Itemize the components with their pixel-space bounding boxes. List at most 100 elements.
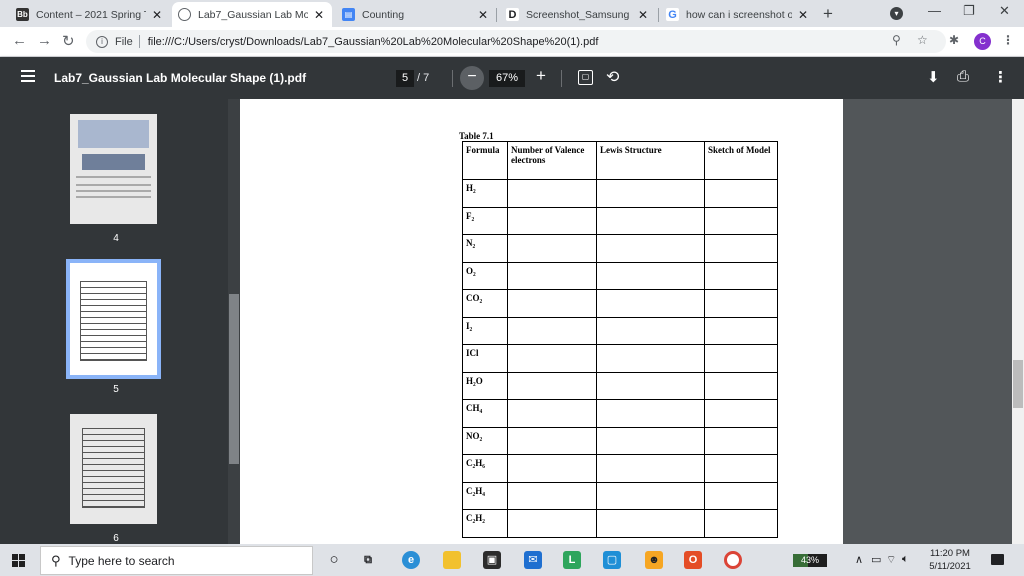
valence-cell bbox=[507, 426, 597, 455]
close-icon[interactable]: ✕ bbox=[636, 8, 650, 22]
taskbar-search[interactable]: ⚲ Type here to search bbox=[40, 546, 313, 575]
clock-date: 5/11/2021 bbox=[929, 561, 971, 572]
forward-icon[interactable]: → bbox=[37, 32, 52, 49]
close-icon[interactable]: ✕ bbox=[796, 8, 810, 22]
valence-cell bbox=[507, 371, 597, 400]
table-row: F₂ bbox=[462, 206, 778, 235]
thumbnail-page-6[interactable] bbox=[70, 414, 157, 524]
reload-icon[interactable]: ↻ bbox=[62, 32, 75, 50]
thumbnail-number: 6 bbox=[113, 533, 119, 544]
table-header-row: Formula Number of Valence electrons Lewi… bbox=[462, 141, 778, 180]
tab-counting[interactable]: ▤ Counting ✕ bbox=[336, 2, 496, 27]
rotate-icon[interactable]: ⟲ bbox=[606, 67, 619, 87]
thumbnail-sidebar: 4 5 6 bbox=[0, 99, 240, 544]
thumbnail-page-4[interactable] bbox=[70, 114, 157, 224]
lewis-cell bbox=[596, 234, 705, 263]
page-number-input[interactable]: 5 bbox=[396, 70, 414, 87]
store-icon[interactable]: ▣ bbox=[483, 551, 501, 569]
windows-start-icon[interactable] bbox=[12, 554, 25, 567]
taskbar-clock[interactable]: 11:20 PM 5/11/2021 bbox=[920, 547, 980, 573]
formula-cell: NO₂ bbox=[462, 426, 508, 455]
thumbnail-page-5[interactable] bbox=[70, 263, 157, 375]
formula-cell: N₂ bbox=[462, 234, 508, 263]
valence-cell bbox=[507, 289, 597, 318]
sketch-cell bbox=[704, 179, 778, 208]
battery-text: 43% bbox=[800, 555, 819, 565]
l-app-icon[interactable]: L bbox=[563, 551, 581, 569]
zoom-in-button[interactable]: + bbox=[536, 66, 546, 86]
pdf-viewer: Table 7.1 Formula Number of Valence elec… bbox=[240, 99, 1012, 544]
address-bar[interactable]: i File file:///C:/Users/cryst/Downloads/… bbox=[86, 30, 946, 53]
sidebar-scrollbar-thumb[interactable] bbox=[229, 294, 239, 464]
lewis-cell bbox=[596, 206, 705, 235]
valence-cell bbox=[507, 316, 597, 345]
game-app-icon[interactable]: ☻ bbox=[645, 551, 663, 569]
zoom-magnifier-icon[interactable]: ⚲ bbox=[892, 33, 901, 47]
office-icon[interactable]: O bbox=[684, 551, 702, 569]
sketch-cell bbox=[704, 261, 778, 290]
browser-toolbar: ← → ↻ i File file:///C:/Users/cryst/Down… bbox=[0, 27, 1024, 57]
print-icon[interactable]: ⎙ bbox=[957, 68, 969, 85]
tab-title: Content – 2021 Spring Ter bbox=[36, 8, 146, 21]
sketch-cell bbox=[704, 481, 778, 510]
search-icon: ⚲ bbox=[51, 552, 61, 568]
docs-icon: ▤ bbox=[342, 8, 355, 21]
tab-screenshot[interactable]: D Screenshot_Samsung Int ✕ bbox=[500, 2, 656, 27]
zoom-out-button[interactable]: − bbox=[460, 66, 484, 90]
volume-icon[interactable]: 🔈︎ bbox=[902, 553, 909, 566]
close-icon[interactable]: ✕ bbox=[476, 8, 490, 22]
formula-cell: H₂ bbox=[462, 179, 508, 208]
window-close-icon[interactable]: ✕ bbox=[999, 3, 1010, 19]
cortana-icon[interactable]: ○ bbox=[325, 551, 343, 569]
tab-google-search[interactable]: G how can i screenshot on ✕ bbox=[660, 2, 816, 27]
task-view-icon[interactable]: ⧉ bbox=[359, 551, 377, 569]
wifi-icon[interactable]: ⌔ bbox=[886, 553, 896, 567]
blue-app-icon[interactable]: ▢ bbox=[603, 551, 621, 569]
back-icon[interactable]: ← bbox=[12, 32, 27, 49]
formula-cell: ICl bbox=[462, 344, 508, 373]
formula-cell: CH₄ bbox=[462, 399, 508, 428]
restore-icon[interactable]: ❐ bbox=[963, 3, 975, 19]
table-row: H₂ bbox=[462, 179, 778, 208]
close-icon[interactable]: ✕ bbox=[150, 8, 164, 22]
close-icon[interactable]: ✕ bbox=[312, 8, 326, 22]
file-explorer-icon[interactable] bbox=[443, 551, 461, 569]
divider bbox=[561, 70, 562, 87]
tray-chevron-icon[interactable]: ∧ bbox=[855, 553, 863, 566]
new-tab-button[interactable]: + bbox=[823, 4, 833, 24]
sketch-cell bbox=[704, 509, 778, 538]
browser-menu-icon[interactable]: ⋮ bbox=[1002, 33, 1014, 47]
tray-device-icon[interactable]: ▭ bbox=[871, 553, 881, 566]
profile-avatar[interactable]: C bbox=[974, 33, 991, 50]
notification-icon[interactable] bbox=[991, 554, 1004, 565]
main-scrollbar-thumb[interactable] bbox=[1013, 360, 1023, 408]
url-text[interactable]: file:///C:/Users/cryst/Downloads/Lab7_Ga… bbox=[148, 36, 599, 48]
edge-icon[interactable]: e bbox=[402, 551, 420, 569]
divider bbox=[138, 35, 140, 48]
bookmark-star-icon[interactable]: ☆ bbox=[917, 33, 928, 47]
info-icon[interactable]: i bbox=[96, 35, 108, 48]
tab-blackboard[interactable]: Bb Content – 2021 Spring Ter ✕ bbox=[10, 2, 170, 27]
fit-page-icon[interactable]: ▢ bbox=[578, 70, 593, 85]
table-row: C₂H₆ bbox=[462, 454, 778, 483]
header-formula: Formula bbox=[462, 141, 508, 180]
lewis-cell bbox=[596, 399, 705, 428]
minimize-icon[interactable]: — bbox=[928, 3, 941, 18]
mail-icon[interactable]: ✉ bbox=[524, 551, 542, 569]
table-row: O₂ bbox=[462, 261, 778, 290]
chrome-icon[interactable] bbox=[724, 551, 742, 569]
zoom-input[interactable]: 67% bbox=[489, 70, 525, 87]
sidebar-menu-icon[interactable] bbox=[21, 70, 35, 84]
clock-time: 11:20 PM bbox=[930, 548, 970, 559]
extensions-icon[interactable]: ✱ bbox=[949, 33, 959, 47]
sketch-cell bbox=[704, 234, 778, 263]
valence-cell bbox=[507, 509, 597, 538]
table-row: N₂ bbox=[462, 234, 778, 263]
download-icon[interactable]: ⬇ bbox=[927, 68, 940, 86]
sketch-cell bbox=[704, 426, 778, 455]
battery-indicator[interactable]: 43% bbox=[793, 554, 827, 567]
pdf-more-icon[interactable]: ⋮ bbox=[993, 68, 1008, 86]
main-scrollbar[interactable] bbox=[1012, 99, 1024, 544]
tab-pdf[interactable]: Lab7_Gaussian Lab Molec ✕ bbox=[172, 2, 332, 27]
tab-search-icon[interactable]: ▾ bbox=[890, 7, 903, 20]
